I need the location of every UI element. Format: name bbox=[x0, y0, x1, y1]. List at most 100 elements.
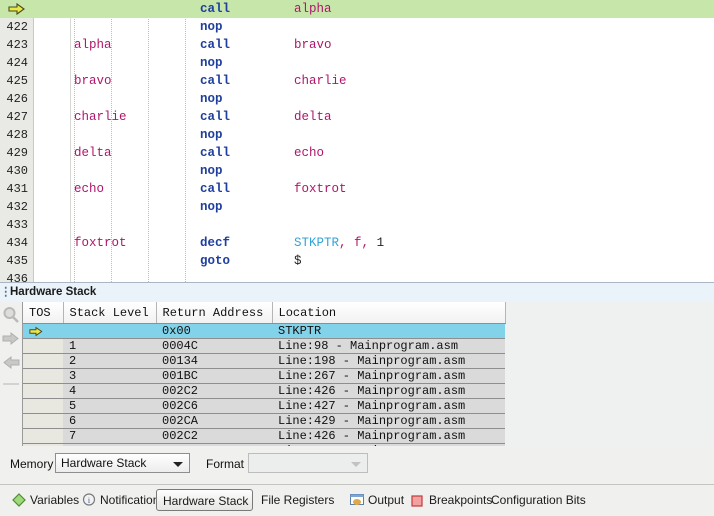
cell-location: Line:427 - Mainprogram.asm bbox=[272, 398, 505, 414]
code-editor[interactable]: call alpha 422 nop 423 alpha call bravo 424 nop 42… bbox=[0, 0, 714, 282]
line-number: 425 bbox=[6, 74, 28, 88]
code-line[interactable]: 428 nop bbox=[0, 126, 714, 144]
code-line[interactable]: 422 nop bbox=[0, 18, 714, 36]
tos-pointer-icon bbox=[29, 326, 43, 337]
cell-location: Line:98 - Mainprogram.asm bbox=[272, 338, 505, 354]
tab-label: Hardware Stack bbox=[163, 494, 249, 508]
code-label: alpha bbox=[74, 38, 112, 52]
table-row[interactable]: 7 002C2 Line:426 - Mainprogram.asm bbox=[23, 428, 505, 444]
tab-configuration-bits[interactable]: Configuration Bits bbox=[485, 489, 595, 511]
line-number: 434 bbox=[6, 236, 28, 250]
panel-side-toolbar[interactable] bbox=[0, 302, 22, 446]
code-operand: echo bbox=[294, 146, 325, 160]
search-icon[interactable] bbox=[2, 306, 20, 324]
panel-drag-handle[interactable]: ⋮ bbox=[0, 283, 12, 302]
cell-stack-level: 7 bbox=[63, 428, 156, 444]
code-opcode: goto bbox=[200, 254, 231, 268]
column-header-stack-level[interactable]: Stack Level bbox=[63, 302, 157, 324]
line-number: 427 bbox=[6, 110, 28, 124]
cell-tos bbox=[23, 398, 63, 414]
tab-file-registers[interactable]: File Registers bbox=[255, 489, 343, 511]
code-line[interactable]: call alpha bbox=[0, 0, 714, 18]
table-row[interactable]: 6 002CA Line:429 - Mainprogram.asm bbox=[23, 413, 505, 429]
bottom-tab-bar[interactable]: Variables i Notifications Hardware Stack Fil… bbox=[0, 484, 714, 516]
line-number: 423 bbox=[6, 38, 28, 52]
code-line[interactable]: 431 echo call foxtrot bbox=[0, 180, 714, 198]
code-line-list[interactable]: call alpha 422 nop 423 alpha call bravo 424 nop 42… bbox=[0, 0, 714, 282]
cell-location: Line:198 - Mainprogram.asm bbox=[272, 353, 505, 369]
mplab-debugger-window: call alpha 422 nop 423 alpha call bravo 424 nop 42… bbox=[0, 0, 714, 516]
code-opcode: nop bbox=[200, 56, 223, 70]
table-row[interactable]: 5 002C6 Line:427 - Mainprogram.asm bbox=[23, 398, 505, 414]
code-line[interactable]: 435 goto $ bbox=[0, 252, 714, 270]
code-line[interactable]: 429 delta call echo bbox=[0, 144, 714, 162]
code-line[interactable]: 436 bbox=[0, 270, 714, 282]
column-header-return-address[interactable]: Return Address bbox=[156, 302, 273, 324]
table-row[interactable]: 1 0004C Line:98 - Mainprogram.asm bbox=[23, 338, 505, 354]
code-line[interactable]: 425 bravo call charlie bbox=[0, 72, 714, 90]
cell-tos bbox=[23, 353, 63, 369]
output-window-icon bbox=[350, 492, 364, 506]
format-select[interactable] bbox=[248, 453, 368, 473]
cell-return-address: 0004C bbox=[156, 338, 272, 354]
hardware-stack-table-container[interactable]: TOS Stack Level Return Address Location … bbox=[22, 302, 506, 446]
tab-label: Breakpoints bbox=[429, 493, 493, 507]
code-label: echo bbox=[74, 182, 105, 196]
step-forward-icon[interactable] bbox=[2, 330, 20, 348]
column-header-location[interactable]: Location bbox=[272, 302, 506, 324]
code-opcode: call bbox=[200, 2, 231, 16]
line-number: 430 bbox=[6, 164, 28, 178]
tab-label: Variables bbox=[30, 493, 80, 507]
cell-tos bbox=[23, 428, 63, 444]
toolbar-divider bbox=[2, 376, 20, 385]
tab-hardware-stack[interactable]: Hardware Stack bbox=[156, 489, 253, 511]
cell-stack-level: 2 bbox=[63, 353, 156, 369]
hardware-stack-table[interactable]: TOS Stack Level Return Address Location … bbox=[23, 302, 506, 446]
line-number: 428 bbox=[6, 128, 28, 142]
memory-label: Memory bbox=[10, 457, 54, 471]
cell-location: Line:267 - Mainprogram.asm bbox=[272, 368, 505, 384]
cell-return-address: 002C2 bbox=[156, 383, 272, 399]
code-opcode: call bbox=[200, 182, 231, 196]
line-number: 424 bbox=[6, 56, 28, 70]
cell-return-address: 002C2 bbox=[156, 428, 272, 444]
line-number: 422 bbox=[6, 20, 28, 34]
code-operand: foxtrot bbox=[294, 182, 347, 196]
code-line[interactable]: 433 bbox=[0, 216, 714, 234]
cell-location: STKPTR bbox=[272, 323, 505, 339]
line-number: 426 bbox=[6, 92, 28, 106]
cell-location: Line:426 - Mainprogram.asm bbox=[272, 383, 505, 399]
code-line[interactable]: 423 alpha call bravo bbox=[0, 36, 714, 54]
code-line[interactable]: 434 foxtrot decf STKPTR, f, 1 bbox=[0, 234, 714, 252]
step-back-icon[interactable] bbox=[2, 354, 20, 372]
table-row[interactable]: 2 00134 Line:198 - Mainprogram.asm bbox=[23, 353, 505, 369]
code-line[interactable]: 426 nop bbox=[0, 90, 714, 108]
code-operand: $ bbox=[294, 254, 302, 268]
code-opcode: call bbox=[200, 110, 231, 124]
code-opcode: nop bbox=[200, 200, 223, 214]
code-label: foxtrot bbox=[74, 236, 127, 250]
code-label: delta bbox=[74, 146, 112, 160]
code-opcode: nop bbox=[200, 128, 223, 142]
code-line[interactable]: 424 nop bbox=[0, 54, 714, 72]
table-header-row: TOS Stack Level Return Address Location bbox=[23, 302, 506, 324]
memory-select[interactable]: Hardware Stack bbox=[55, 453, 190, 473]
code-opcode: call bbox=[200, 146, 231, 160]
code-line[interactable]: 430 nop bbox=[0, 162, 714, 180]
hardware-stack-panel-title[interactable]: ⋮Hardware Stack bbox=[0, 282, 714, 303]
memory-format-bar: Memory Hardware Stack Format bbox=[0, 446, 714, 484]
cell-stack-level: 4 bbox=[63, 383, 156, 399]
code-line[interactable]: 432 nop bbox=[0, 198, 714, 216]
cell-return-address: 002C6 bbox=[156, 398, 272, 414]
table-row[interactable]: 4 002C2 Line:426 - Mainprogram.asm bbox=[23, 383, 505, 399]
cell-return-address: 00134 bbox=[156, 353, 272, 369]
code-operand: charlie bbox=[294, 74, 347, 88]
table-row[interactable]: 3 001BC Line:267 - Mainprogram.asm bbox=[23, 368, 505, 384]
cell-return-address: 002CA bbox=[156, 413, 272, 429]
cell-location: Line:429 - Mainprogram.asm bbox=[272, 413, 505, 429]
table-row[interactable]: 0x00 STKPTR bbox=[23, 323, 505, 339]
cell-stack-level bbox=[63, 323, 156, 339]
code-line[interactable]: 427 charlie call delta bbox=[0, 108, 714, 126]
column-header-tos[interactable]: TOS bbox=[23, 302, 64, 324]
code-opcode: nop bbox=[200, 20, 223, 34]
